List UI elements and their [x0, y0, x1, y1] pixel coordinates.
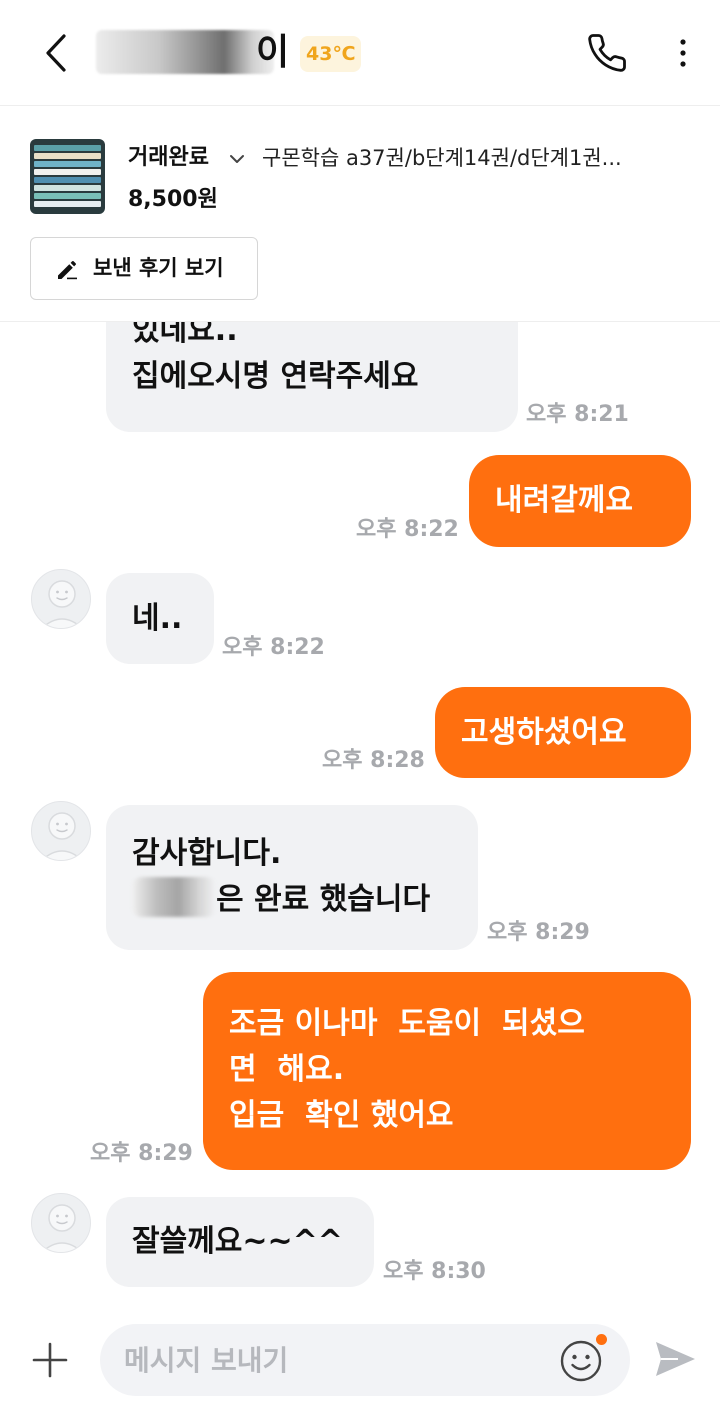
- partner-name-suffix: 이: [256, 32, 290, 73]
- message-line: 잘쓸께요~~^^: [132, 1224, 343, 1259]
- call-button[interactable]: [584, 30, 630, 76]
- avatar-icon: [41, 1204, 83, 1252]
- back-arrow-icon: [46, 34, 66, 72]
- message-line: 감사합니다.: [132, 836, 282, 871]
- message-line: 네..: [132, 601, 183, 636]
- avatar-icon: [41, 580, 83, 628]
- message-line: 입금 확인 했어요: [229, 1098, 454, 1133]
- message-timestamp: 오후 8:22: [222, 635, 325, 660]
- back-button[interactable]: [36, 30, 76, 76]
- message-line: 면 해요.: [229, 1052, 345, 1087]
- message-line: 조금 이나마 도움이 되셨으: [229, 1006, 585, 1041]
- message-bubble-incoming: 잘쓸께요~~^^: [106, 1197, 374, 1287]
- message-input[interactable]: [124, 1324, 544, 1396]
- message-bubble-incoming: 네..: [106, 573, 214, 664]
- message-list[interactable]: 있데요.. 집에오시명 연락주세요 오후 8:21 내려갈께요 오후 8:22 …: [0, 322, 720, 1318]
- phone-icon: [588, 34, 626, 72]
- pencil-icon: [58, 261, 77, 280]
- message-timestamp: 오후 8:30: [383, 1259, 486, 1284]
- trade-status[interactable]: 거래완료: [128, 143, 209, 173]
- notification-dot: [596, 1334, 607, 1345]
- message-timestamp: 오후 8:28: [322, 748, 425, 773]
- more-options-button[interactable]: [666, 30, 700, 76]
- view-sent-review-label: 보낸 후기 보기: [93, 256, 224, 280]
- chat-header: 이 43℃: [0, 0, 720, 106]
- message-input-container[interactable]: [100, 1324, 630, 1396]
- send-icon[interactable]: [652, 1336, 698, 1382]
- message-bubble-incoming: 있데요.. 집에오시명 연락주세요: [106, 322, 518, 432]
- more-vertical-icon: [680, 39, 686, 67]
- manner-temperature-badge[interactable]: 43℃: [300, 36, 362, 72]
- message-line: 있데요..: [132, 322, 238, 348]
- product-bar: 거래완료 구몬학습 a37권/b단계14권/d단계1권... 8,500원 보낸…: [0, 107, 720, 322]
- product-price: 8,500원: [128, 187, 218, 212]
- partner-name-blurred: [96, 30, 274, 74]
- partner-avatar[interactable]: [31, 1193, 91, 1253]
- message-timestamp: 오후 8:29: [90, 1141, 193, 1166]
- message-bubble-outgoing: 내려갈께요: [469, 455, 691, 547]
- product-thumbnail[interactable]: [30, 139, 105, 214]
- message-timestamp: 오후 8:21: [526, 402, 629, 427]
- plus-icon[interactable]: [28, 1338, 72, 1382]
- view-sent-review-button[interactable]: 보낸 후기 보기: [30, 237, 258, 300]
- product-title[interactable]: 구몬학습 a37권/b단계14권/d단계1권...: [262, 143, 702, 173]
- message-bubble-incoming: 감사합니다. 은 완료 했습니다: [106, 805, 478, 950]
- message-timestamp: 오후 8:29: [487, 920, 590, 945]
- avatar-icon: [41, 812, 83, 860]
- message-line: 은 완료 했습니다: [216, 882, 431, 917]
- chevron-down-icon[interactable]: [228, 147, 246, 171]
- message-timestamp: 오후 8:22: [356, 517, 459, 542]
- emoji-icon[interactable]: [558, 1338, 604, 1384]
- partner-avatar[interactable]: [31, 801, 91, 861]
- message-line: 집에오시명 연락주세요: [132, 359, 419, 394]
- message-line-with-redaction: 은 완료 했습니다: [132, 877, 452, 923]
- message-line: 내려갈께요: [495, 483, 633, 518]
- message-bubble-outgoing: 고생하셨어요: [435, 687, 691, 778]
- message-line: 고생하셨어요: [461, 715, 627, 750]
- message-composer: [0, 1318, 720, 1410]
- redacted-word: [132, 877, 216, 917]
- message-bubble-outgoing: 조금 이나마 도움이 되셨으 면 해요. 입금 확인 했어요: [203, 972, 691, 1170]
- partner-avatar[interactable]: [31, 569, 91, 629]
